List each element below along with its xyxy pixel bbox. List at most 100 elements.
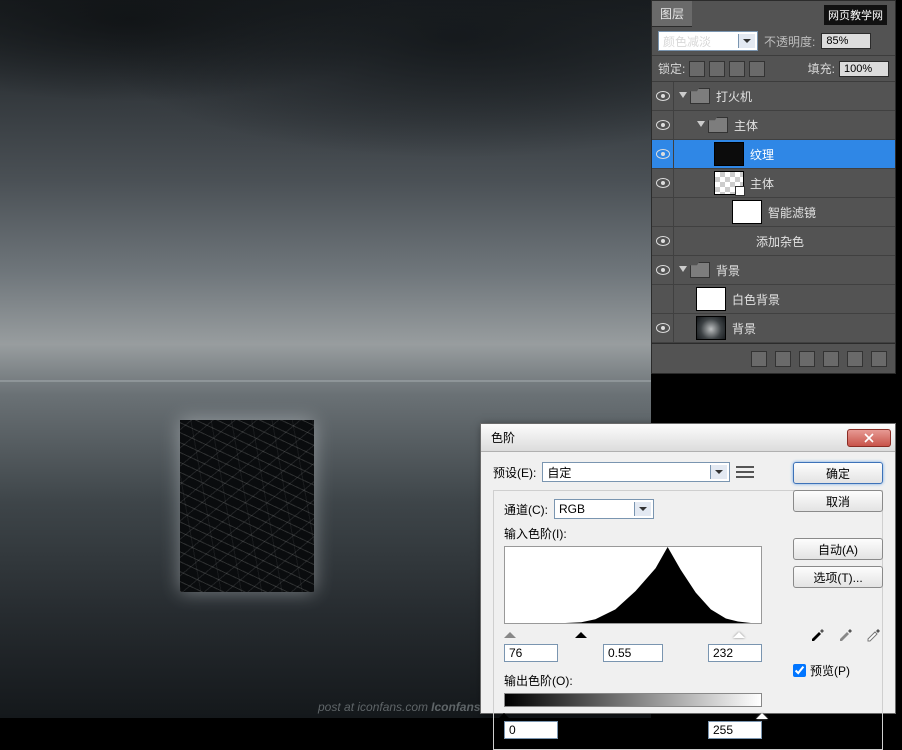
layer-row[interactable]: 背景 — [652, 314, 895, 343]
lock-pixels-icon[interactable] — [709, 61, 725, 77]
watermark-webjx: 网页教学网 — [824, 5, 887, 25]
input-slider[interactable] — [504, 626, 762, 640]
visibility-toggle[interactable] — [652, 285, 674, 313]
eyedropper-group — [793, 624, 883, 644]
visibility-toggle[interactable] — [652, 140, 674, 168]
ok-button[interactable]: 确定 — [793, 462, 883, 484]
layer-name[interactable]: 白色背景 — [732, 291, 780, 308]
output-slider[interactable] — [504, 707, 762, 719]
midtone-input[interactable] — [603, 644, 663, 662]
layer-name[interactable]: 智能滤镜 — [768, 204, 816, 221]
folder-icon — [708, 117, 728, 133]
channel-select[interactable]: RGB — [554, 499, 654, 519]
layer-name[interactable]: 背景 — [732, 320, 756, 337]
layer-name[interactable]: 主体 — [734, 117, 758, 134]
fx-icon[interactable] — [751, 351, 767, 367]
white-eyedropper-icon[interactable] — [863, 624, 883, 644]
folder-icon — [690, 262, 710, 278]
fill-input[interactable]: 100% — [839, 61, 889, 77]
sky-clouds — [0, 0, 651, 380]
layer-thumbnail — [696, 316, 726, 340]
highlight-input[interactable] — [708, 644, 762, 662]
levels-title: 色阶 — [491, 429, 847, 446]
preset-select[interactable]: 自定 — [542, 462, 730, 482]
smart-object-badge-icon — [735, 186, 745, 196]
lock-position-icon[interactable] — [729, 61, 745, 77]
layers-tab[interactable]: 图层 — [652, 1, 692, 27]
output-white-slider[interactable] — [756, 707, 768, 719]
output-black-input[interactable] — [504, 721, 558, 739]
lock-row: 锁定: 填充: 100% — [652, 56, 895, 82]
preset-menu-icon[interactable] — [736, 465, 754, 479]
channel-label: 通道(C): — [504, 501, 548, 518]
layer-name[interactable]: 主体 — [750, 175, 774, 192]
layer-row[interactable]: 添加杂色 — [652, 227, 895, 256]
opacity-label: 不透明度: — [764, 33, 815, 50]
trash-icon[interactable] — [871, 351, 887, 367]
output-black-slider[interactable] — [498, 707, 510, 719]
fill-label: 填充: — [808, 60, 835, 77]
visibility-toggle[interactable] — [652, 169, 674, 197]
shadow-input[interactable] — [504, 644, 558, 662]
group-icon[interactable] — [823, 351, 839, 367]
output-gradient[interactable] — [504, 693, 762, 707]
levels-titlebar[interactable]: 色阶 — [481, 424, 895, 452]
options-button[interactable]: 选项(T)... — [793, 566, 883, 588]
lock-transparency-icon[interactable] — [689, 61, 705, 77]
visibility-toggle[interactable] — [652, 227, 674, 255]
layers-panel: 网页教学网 图层 颜色减淡 不透明度: 85% 锁定: 填充: 100% 打火机… — [651, 0, 896, 374]
disclosure-triangle-icon[interactable] — [696, 120, 706, 130]
output-white-input[interactable] — [708, 721, 762, 739]
layer-name[interactable]: 添加杂色 — [756, 233, 804, 250]
visibility-toggle[interactable] — [652, 198, 674, 226]
texture-layer-preview — [180, 420, 314, 592]
blend-mode-select[interactable]: 颜色减淡 — [658, 31, 758, 51]
preview-checkbox[interactable] — [793, 664, 806, 677]
layer-row[interactable]: 主体 — [652, 169, 895, 198]
preset-label: 预设(E): — [493, 464, 536, 481]
close-button[interactable] — [847, 429, 891, 447]
layer-row[interactable]: 智能滤镜 — [652, 198, 895, 227]
gray-eyedropper-icon[interactable] — [835, 624, 855, 644]
disclosure-triangle-icon[interactable] — [678, 91, 688, 101]
visibility-toggle[interactable] — [652, 82, 674, 110]
new-layer-icon[interactable] — [847, 351, 863, 367]
folder-icon — [690, 88, 710, 104]
black-eyedropper-icon[interactable] — [807, 624, 827, 644]
visibility-toggle[interactable] — [652, 111, 674, 139]
layer-tree[interactable]: 打火机主体纹理主体智能滤镜添加杂色背景白色背景背景 — [652, 82, 895, 343]
adjustment-icon[interactable] — [799, 351, 815, 367]
lock-all-icon[interactable] — [749, 61, 765, 77]
opacity-input[interactable]: 85% — [821, 33, 871, 49]
horizon-line — [0, 380, 651, 382]
histogram[interactable] — [504, 546, 762, 624]
filter-mask-thumbnail — [732, 200, 762, 224]
layer-thumbnail — [714, 171, 744, 195]
layers-panel-footer — [652, 343, 895, 373]
layer-row[interactable]: 背景 — [652, 256, 895, 285]
layer-row[interactable]: 纹理 — [652, 140, 895, 169]
cancel-button[interactable]: 取消 — [793, 490, 883, 512]
midtone-slider[interactable] — [504, 626, 516, 638]
levels-dialog: 色阶 预设(E): 自定 通道(C): RGB 输入色阶(I): — [480, 423, 896, 714]
disclosure-triangle-icon[interactable] — [678, 265, 688, 275]
auto-button[interactable]: 自动(A) — [793, 538, 883, 560]
highlight-slider[interactable] — [733, 626, 745, 638]
credit-left: post at iconfans.com Iconfans — [318, 700, 480, 714]
layer-row[interactable]: 白色背景 — [652, 285, 895, 314]
layer-name[interactable]: 背景 — [716, 262, 740, 279]
blend-opacity-row: 颜色减淡 不透明度: 85% — [652, 27, 895, 56]
layer-thumbnail — [714, 142, 744, 166]
preview-label: 预览(P) — [810, 662, 850, 679]
levels-button-column: 确定 取消 自动(A) 选项(T)... 预览(P) — [793, 462, 883, 679]
layer-name[interactable]: 纹理 — [750, 146, 774, 163]
layer-row[interactable]: 打火机 — [652, 82, 895, 111]
layer-name[interactable]: 打火机 — [716, 88, 752, 105]
layer-row[interactable]: 主体 — [652, 111, 895, 140]
lock-label: 锁定: — [658, 60, 685, 77]
shadow-slider[interactable] — [575, 626, 587, 638]
layer-thumbnail — [696, 287, 726, 311]
mask-icon[interactable] — [775, 351, 791, 367]
visibility-toggle[interactable] — [652, 314, 674, 342]
visibility-toggle[interactable] — [652, 256, 674, 284]
